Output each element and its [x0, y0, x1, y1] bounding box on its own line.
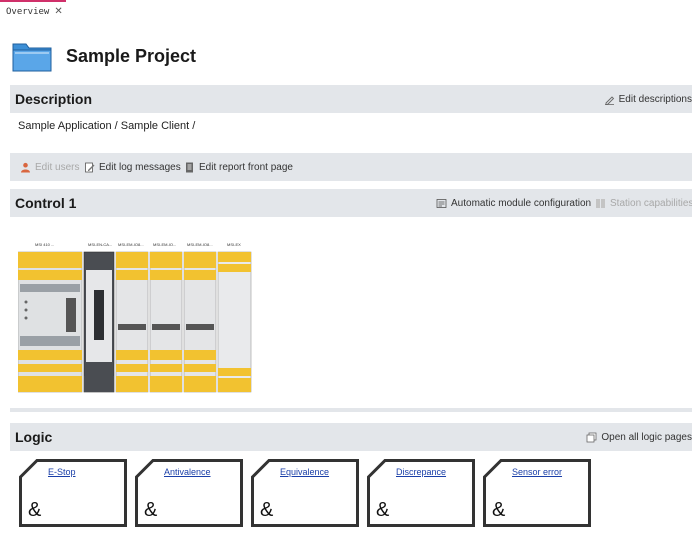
module-io-3: [183, 251, 217, 393]
configuration-icon: [436, 199, 447, 208]
module-label: MSI-EM-IO...: [153, 242, 176, 247]
description-body: Sample Application / Sample Client /: [10, 113, 692, 153]
edit-report-front-page-button[interactable]: Edit report front page: [184, 162, 293, 173]
logic-page-name[interactable]: Sensor error: [512, 467, 562, 477]
project-title: Sample Project: [66, 46, 197, 66]
module-io-2: [149, 251, 183, 393]
logic-page-e-stop[interactable]: E-Stop &: [19, 459, 127, 527]
logic-page-name[interactable]: Discrepance: [396, 467, 446, 477]
folder-icon: [12, 43, 52, 72]
and-gate-symbol: &: [144, 499, 158, 521]
open-all-logic-pages-label: Open all logic pages: [601, 432, 692, 443]
module-msi-410: [18, 251, 83, 393]
logic-page-discrepance[interactable]: Discrepance &: [367, 459, 475, 527]
module-io-1: [115, 251, 149, 393]
edit-descriptions-label: Edit descriptions: [618, 94, 692, 105]
module-extension: [217, 251, 252, 393]
open-all-logic-pages-button[interactable]: Open all logic pages: [586, 432, 692, 443]
description-text: Sample Application / Sample Client /: [18, 120, 196, 132]
document-edit-icon: [85, 162, 95, 173]
logic-page-antivalence[interactable]: Antivalence &: [135, 459, 243, 527]
project-actions-bar: Edit users Edit log messages Edit report…: [10, 153, 692, 181]
and-gate-symbol: &: [376, 499, 390, 521]
edit-users-button[interactable]: Edit users: [20, 162, 79, 173]
logic-page-name[interactable]: E-Stop: [48, 467, 76, 477]
control-hardware-image[interactable]: MSI 410 ... MSI-EN-CA... MSI-EM-IO8... M…: [18, 240, 252, 394]
tab-strip: Overview ✕: [0, 0, 692, 22]
module-label: MSI-EX: [227, 242, 241, 247]
station-capabilities-button[interactable]: Station capabilities: [595, 198, 692, 209]
close-icon[interactable]: ✕: [54, 7, 62, 17]
edit-users-label: Edit users: [35, 162, 80, 173]
logic-header: Logic Open all logic pages: [10, 423, 692, 451]
module-gateway: [83, 251, 115, 393]
edit-descriptions-button[interactable]: Edit descriptions: [604, 94, 692, 105]
module-label: MSI-EM-IO8...: [187, 242, 213, 247]
and-gate-symbol: &: [492, 499, 506, 521]
and-gate-symbol: &: [260, 499, 274, 521]
logic-page-equivalence[interactable]: Equivalence &: [251, 459, 359, 527]
automatic-module-configuration-button[interactable]: Automatic module configuration: [436, 198, 591, 209]
and-gate-symbol: &: [28, 499, 42, 521]
edit-log-messages-button[interactable]: Edit log messages: [84, 162, 181, 173]
automatic-module-configuration-label: Automatic module configuration: [451, 198, 592, 209]
pencil-icon: [604, 96, 614, 105]
module-label: MSI-EN-CA...: [88, 242, 112, 247]
report-icon: [186, 162, 193, 173]
station-capabilities-label: Station capabilities: [610, 198, 692, 209]
logic-page-sensor-error[interactable]: Sensor error &: [483, 459, 591, 527]
logic-page-name[interactable]: Antivalence: [164, 467, 211, 477]
module-label: MSI 410 ...: [35, 242, 54, 247]
edit-report-front-page-label: Edit report front page: [199, 162, 293, 173]
logic-page-name[interactable]: Equivalence: [280, 467, 329, 477]
description-header: Description Edit descriptions: [10, 85, 692, 113]
description-heading: Description: [15, 91, 93, 107]
edit-log-messages-label: Edit log messages: [99, 162, 181, 173]
tab-label: Overview: [6, 7, 50, 17]
control-header: Control 1 Automatic module configuration…: [10, 189, 692, 217]
tab-overview[interactable]: Overview ✕: [0, 0, 66, 20]
pages-icon: [586, 432, 597, 443]
user-icon: [21, 162, 30, 173]
station-icon: [596, 199, 605, 208]
module-label: MSI-EM-IO8...: [118, 242, 144, 247]
control-heading: Control 1: [15, 195, 77, 211]
logic-heading: Logic: [15, 429, 53, 445]
